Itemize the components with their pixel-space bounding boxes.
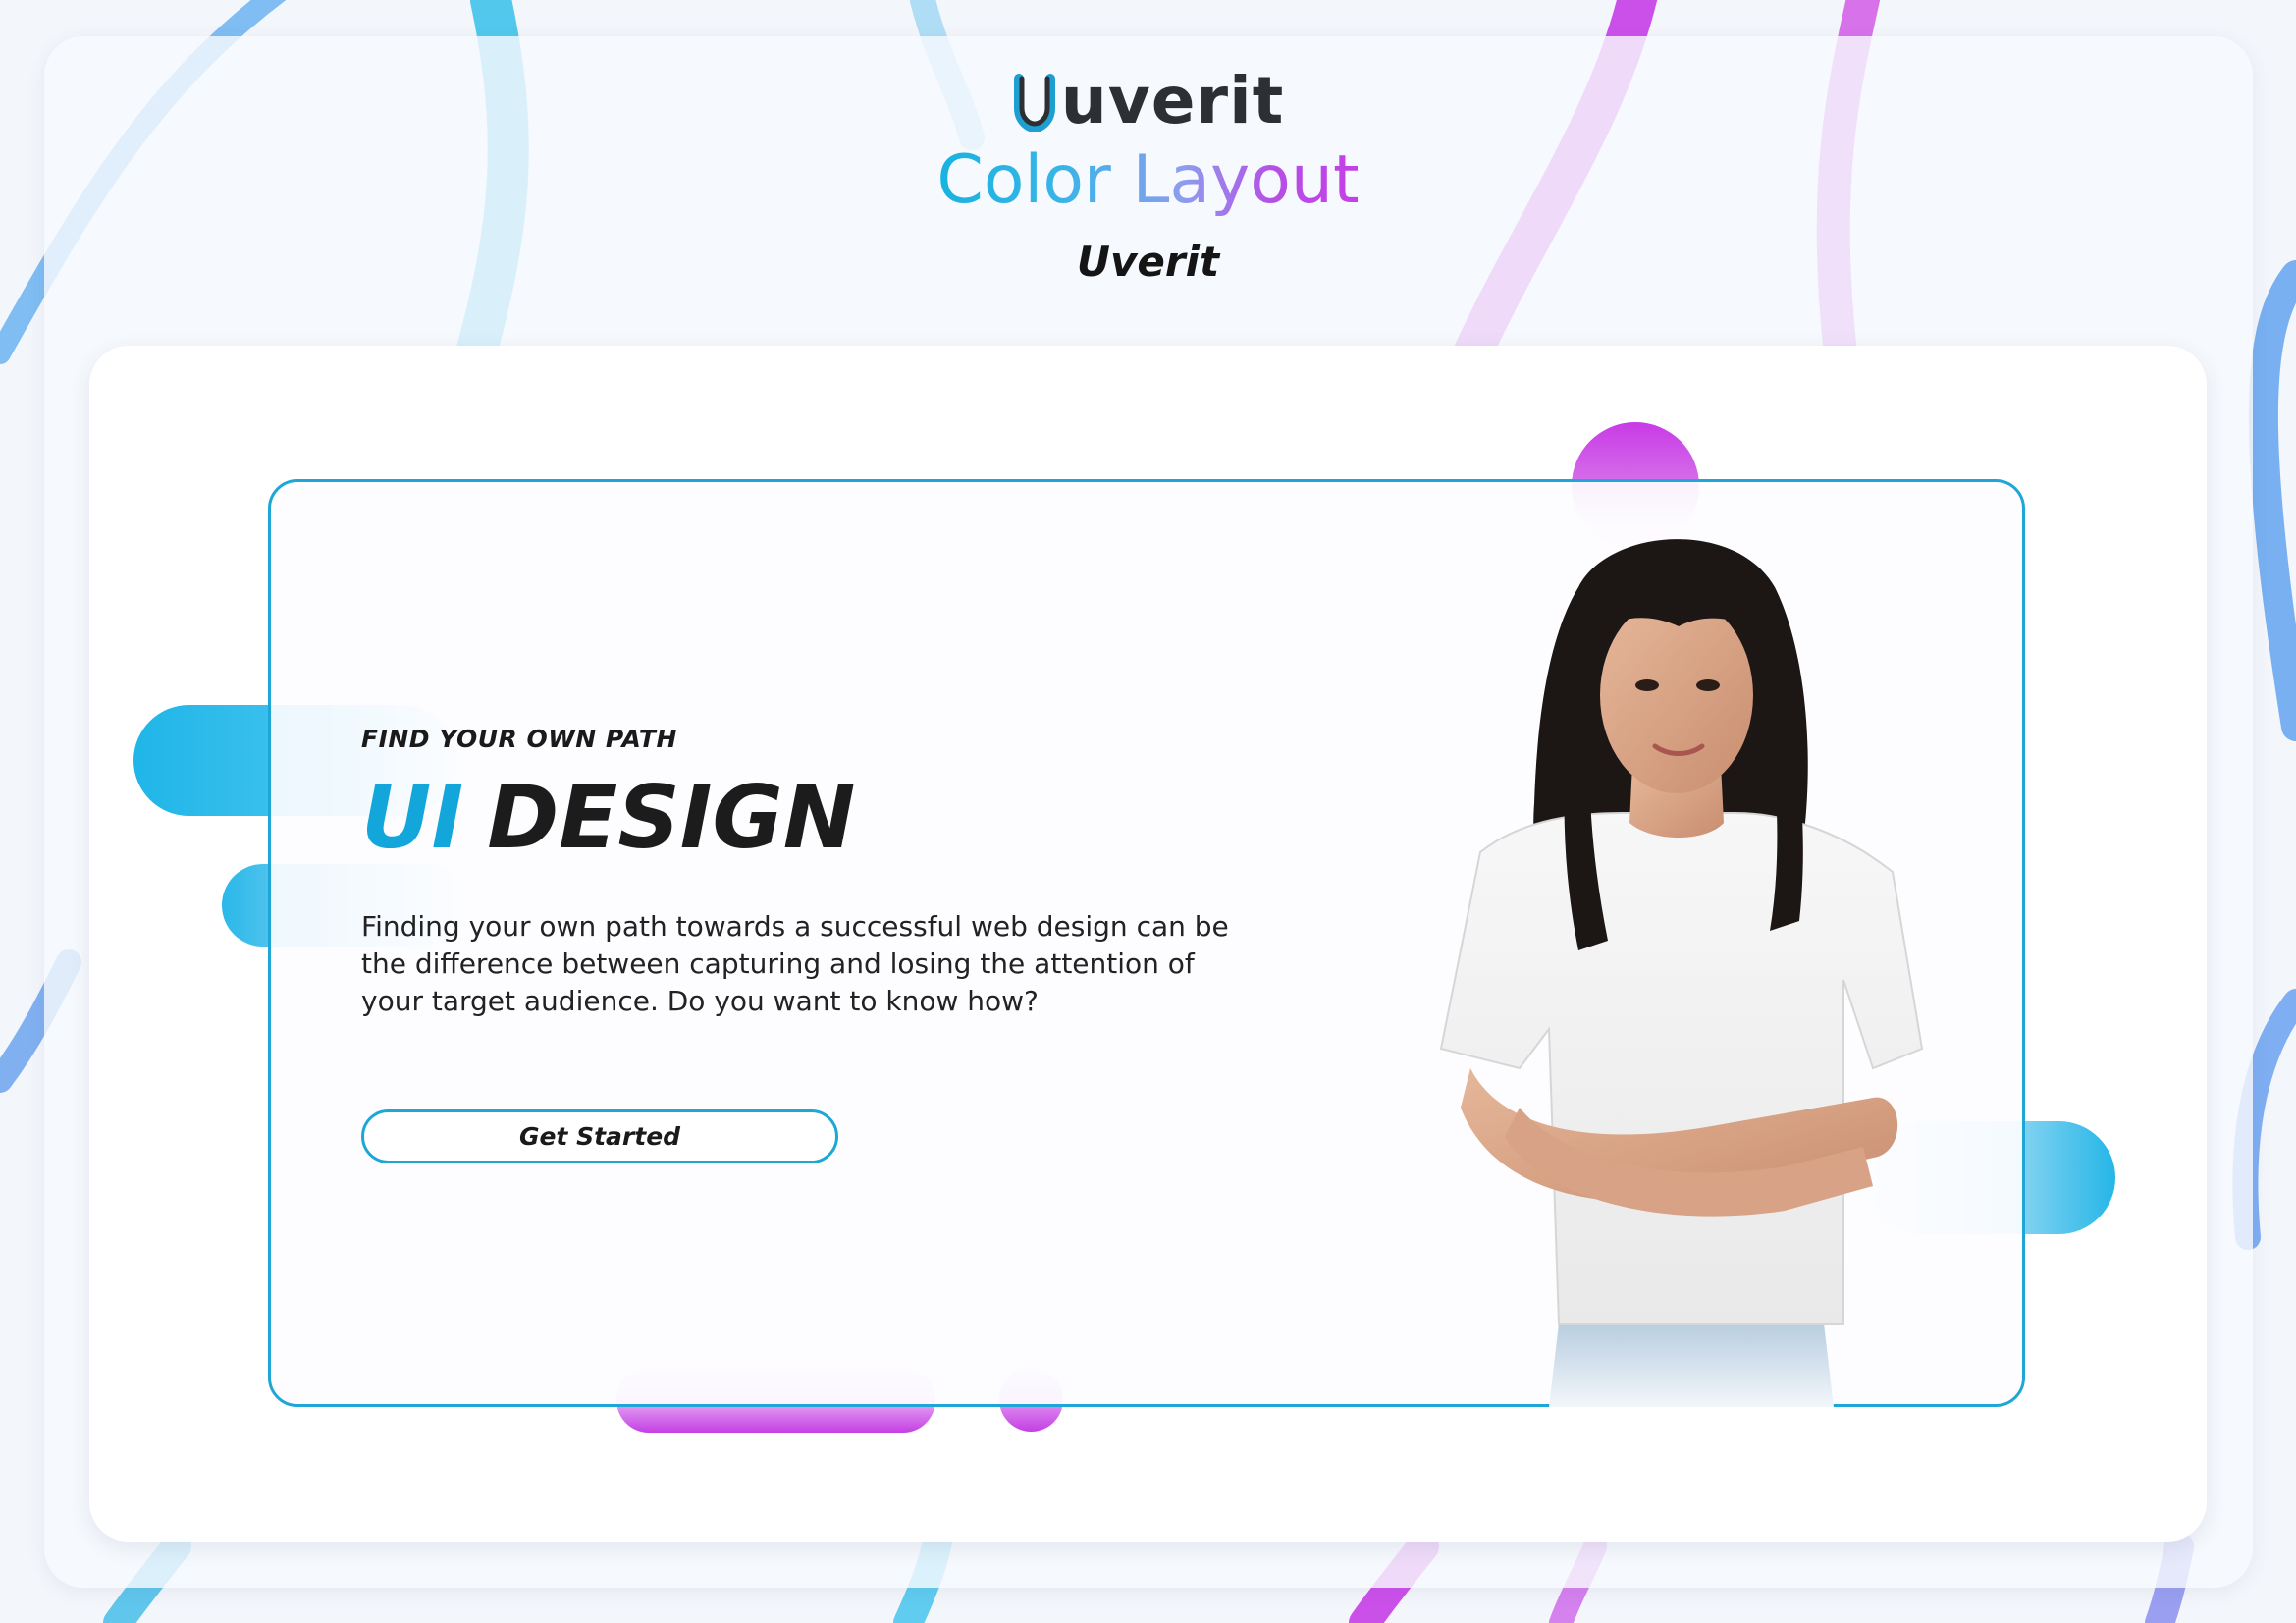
hero-person-image [1439,539,1924,1407]
hero-headline-rest: DESIGN [487,767,856,868]
hero-eyebrow: FIND YOUR OWN PATH [361,725,677,753]
u-letter-logo-icon [1013,74,1055,132]
page-header: uverit Color Layout Uverit [0,69,2296,286]
page-title: Color Layout [936,141,1360,219]
get-started-button[interactable]: Get Started [361,1109,838,1163]
hero-description: Finding your own path towards a successf… [361,910,1229,1017]
brand-logo: uverit [1012,69,1285,134]
brand-name: uverit [1060,63,1285,138]
hero-text-block: FIND YOUR OWN PATH UI DESIGN Finding your… [361,725,1245,1020]
page-subtitle: Uverit [1076,237,1220,286]
hero-headline-accent: UI [361,767,464,868]
hero-headline: UI DESIGN [361,775,1245,861]
